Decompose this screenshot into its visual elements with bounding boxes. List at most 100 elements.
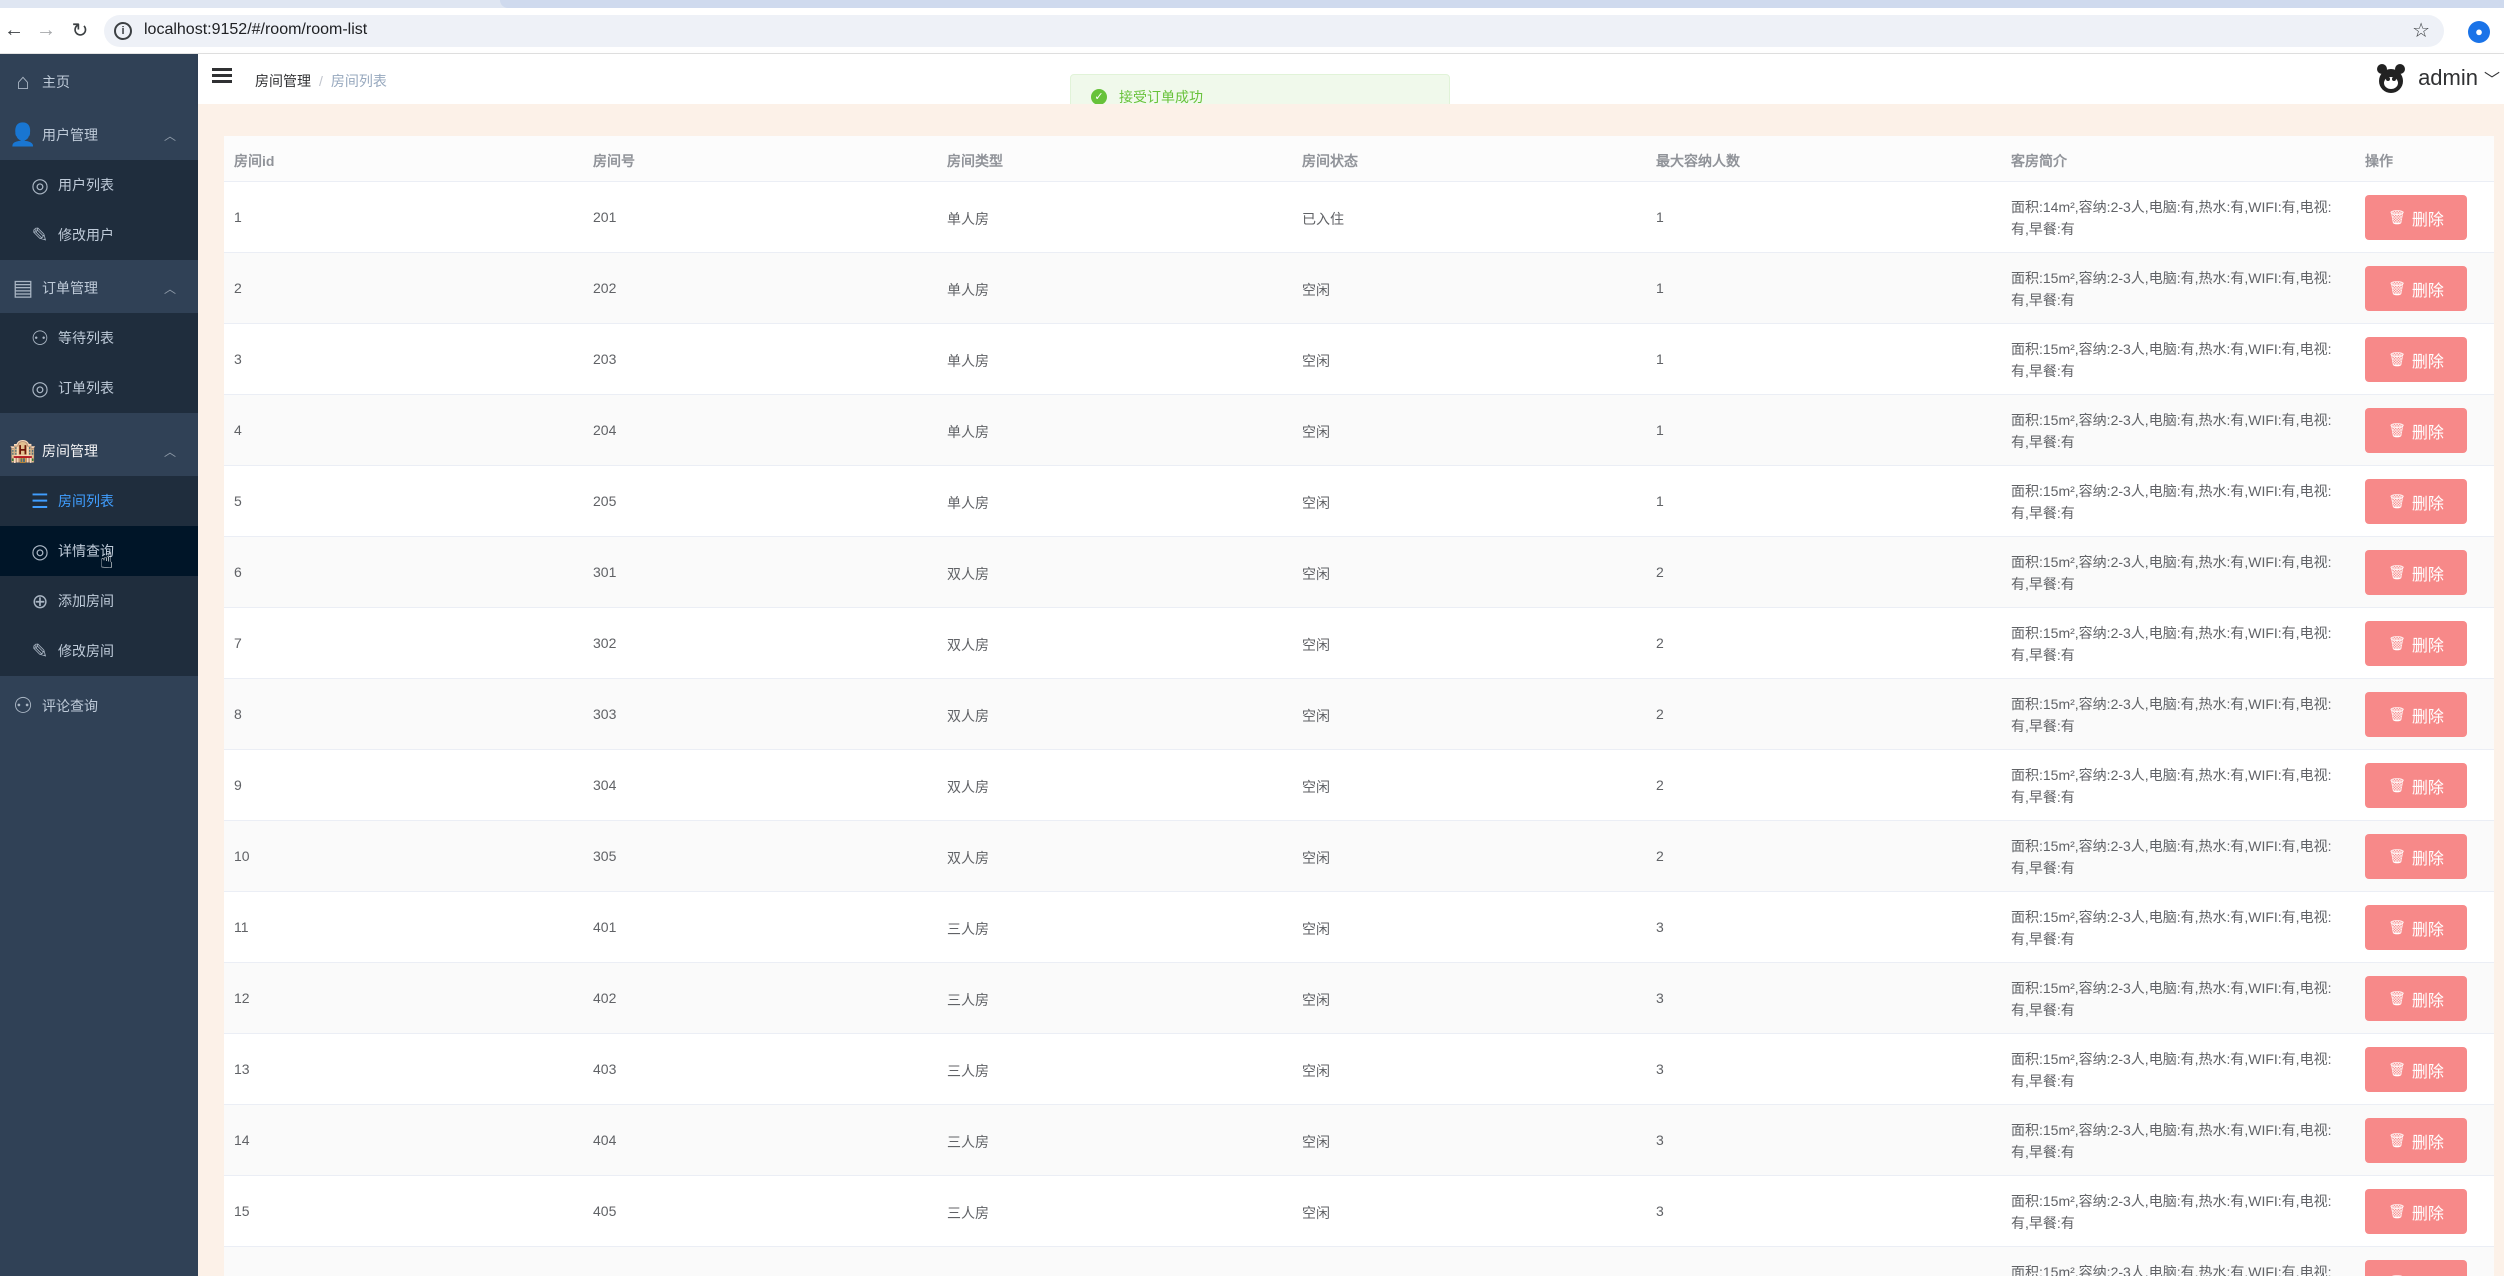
cell-room-id: 12: [234, 990, 250, 1006]
breadcrumb: 房间管理 / 房间列表: [255, 71, 387, 91]
table-row: 4 204 单人房 空闲 1 面积:15m²,容纳:2-3人,电脑:有,热水:有,WIFI…: [224, 395, 2494, 466]
cell-room-status: 空闲: [1302, 708, 1330, 724]
trash-icon: 🗑: [2388, 209, 2406, 225]
address-bar[interactable]: i localhost:9152/#/room/room-list ☆: [104, 15, 2444, 47]
delete-button[interactable]: 🗑 删除: [2365, 195, 2467, 240]
cell-max-capacity: 2: [1656, 635, 1664, 651]
cell-room-id: 4: [234, 422, 242, 438]
sidebar-item-label: 订单列表: [58, 380, 114, 396]
cell-max-capacity: 2: [1656, 848, 1664, 864]
cell-room-number: 203: [593, 351, 617, 367]
breadcrumb-separator: /: [319, 73, 323, 89]
sidebar-item-comments[interactable]: ⚇ 评论查询: [0, 681, 198, 731]
chevron-down-icon[interactable]: ﹀: [2484, 66, 2500, 90]
breadcrumb-current: 房间列表: [330, 73, 387, 89]
sidebar-item-edit-room[interactable]: ✎ 修改房间: [0, 626, 198, 676]
cell-room-status: 空闲: [1302, 282, 1330, 298]
delete-button[interactable]: 🗑删除: [2365, 1118, 2467, 1163]
delete-button-label: 删除: [2411, 566, 2444, 584]
cell-room-status: 空闲: [1302, 992, 1330, 1008]
cell-room-description: 面积:15m²,容纳:2-3人,电脑:有,热水:有,WIFI:有,电视:有,早餐…: [2011, 909, 2332, 947]
bookmark-star-icon[interactable]: ☆: [2412, 18, 2430, 43]
delete-button[interactable]: 🗑删除: [2365, 621, 2467, 666]
sidebar-item-order-list[interactable]: ◎ 订单列表: [0, 363, 198, 413]
browser-active-tab[interactable]: [500, 0, 2504, 8]
delete-button[interactable]: 🗑删除: [2365, 479, 2467, 524]
clipboard-icon: ▤: [12, 275, 34, 300]
cell-room-type: 双人房: [947, 779, 989, 795]
sidebar-item-home[interactable]: ⌂ 主页: [0, 57, 198, 107]
delete-button-label: 删除: [2411, 1205, 2444, 1223]
cell-room-description: 面积:15m²,容纳:2-3人,电脑:有,热水:有,WIFI:有,电视:有,早餐…: [2011, 980, 2332, 1018]
cell-max-capacity: 3: [1656, 919, 1664, 935]
url-text[interactable]: localhost:9152/#/room/room-list: [144, 21, 367, 39]
cell-room-number: 205: [593, 493, 617, 509]
sidebar-item-waiting-list[interactable]: ⚇ 等待列表: [0, 313, 198, 363]
trash-icon: 🗑: [2388, 635, 2406, 651]
edit-icon: ✎: [31, 224, 49, 247]
delete-button[interactable]: 🗑删除: [2365, 834, 2467, 879]
trash-icon: 🗑: [2388, 990, 2406, 1006]
hamburger-icon[interactable]: [212, 68, 232, 86]
cell-room-id: 2: [234, 280, 242, 296]
sidebar-group-rooms[interactable]: 🏨 房间管理 ︿: [0, 426, 198, 476]
delete-button[interactable]: 🗑删除: [2365, 408, 2467, 453]
cell-room-number: 301: [593, 564, 617, 580]
delete-button[interactable]: 🗑删除: [2365, 1260, 2467, 1276]
cell-room-description: 面积:15m²,容纳:2-3人,电脑:有,热水:有,WIFI:有,电视:: [2011, 1264, 2332, 1276]
cell-room-number: 401: [593, 919, 617, 935]
submenu-orders: ⚇ 等待列表 ◎ 订单列表: [0, 313, 198, 413]
sidebar-item-user-list[interactable]: ◎ 用户列表: [0, 160, 198, 210]
cell-room-status: 空闲: [1302, 1063, 1330, 1079]
cell-room-type: 三人房: [947, 1063, 989, 1079]
sidebar-item-label: 房间列表: [58, 493, 114, 509]
sidebar-item-label: 添加房间: [58, 593, 114, 609]
sidebar-item-room-list[interactable]: ☰ 房间列表: [0, 476, 198, 526]
table-row: 11 401 三人房 空闲 3 面积:15m²,容纳:2-3人,电脑:有,热水:有,WIF…: [224, 892, 2494, 963]
cell-room-id: 7: [234, 635, 242, 651]
cell-room-number: 304: [593, 777, 617, 793]
cell-room-number: 302: [593, 635, 617, 651]
user-dropdown[interactable]: admin ﹀: [2374, 58, 2504, 98]
sidebar-item-add-room[interactable]: ⊕ 添加房间: [0, 576, 198, 626]
cell-room-number: 405: [593, 1203, 617, 1219]
forward-arrow-icon[interactable]: →: [32, 16, 60, 44]
delete-button[interactable]: 🗑 删除: [2365, 976, 2467, 1021]
cell-room-description: 面积:15m²,容纳:2-3人,电脑:有,热水:有,WIFI:有,电视:有,早餐…: [2011, 625, 2332, 663]
cell-max-capacity: 3: [1656, 990, 1664, 1006]
back-arrow-icon[interactable]: ←: [0, 16, 28, 44]
delete-button[interactable]: 🗑删除: [2365, 1189, 2467, 1234]
breadcrumb-parent[interactable]: 房间管理: [255, 73, 311, 89]
reload-icon[interactable]: ↻: [66, 16, 94, 44]
table-row: 12 402 三人房 空闲 3 面积:15m²,容纳:2-3人,电脑:有,热水:有,WIF…: [224, 963, 2494, 1034]
profile-icon[interactable]: ●: [2468, 21, 2490, 43]
avatar[interactable]: [2374, 61, 2408, 95]
sidebar-item-detail-query[interactable]: ◎ 详情查询: [0, 526, 198, 576]
sidebar-group-orders[interactable]: ▤ 订单管理 ︿: [0, 263, 198, 313]
cell-max-capacity: 2: [1656, 564, 1664, 580]
delete-button[interactable]: 🗑删除: [2365, 550, 2467, 595]
cell-max-capacity: 1: [1656, 493, 1664, 509]
delete-button-label: 删除: [2411, 992, 2444, 1010]
delete-button[interactable]: 🗑删除: [2365, 692, 2467, 737]
username[interactable]: admin: [2418, 65, 2478, 91]
submenu-rooms: ☰ 房间列表 ◎ 详情查询 ⊕ 添加房间 ✎ 修改房间: [0, 476, 198, 676]
cell-max-capacity: 1: [1656, 351, 1664, 367]
cell-room-number: 403: [593, 1061, 617, 1077]
cell-room-id: 14: [234, 1132, 250, 1148]
delete-button[interactable]: 🗑删除: [2365, 1047, 2467, 1092]
sidebar-item-edit-user[interactable]: ✎ 修改用户: [0, 210, 198, 260]
delete-button[interactable]: 🗑删除: [2365, 337, 2467, 382]
submenu-users: ◎ 用户列表 ✎ 修改用户: [0, 160, 198, 260]
delete-button[interactable]: 🗑删除: [2365, 905, 2467, 950]
site-info-icon[interactable]: i: [114, 22, 132, 40]
delete-button[interactable]: 🗑删除: [2365, 763, 2467, 808]
cell-room-status: 空闲: [1302, 637, 1330, 653]
sidebar-group-users[interactable]: 👤 用户管理 ︿: [0, 110, 198, 160]
delete-button-label: 删除: [2411, 211, 2444, 229]
cell-room-status: 空闲: [1302, 353, 1330, 369]
delete-button[interactable]: 🗑删除: [2365, 266, 2467, 311]
table-row: 2 202 单人房 空闲 1 面积:15m²,容纳:2-3人,电脑:有,热水:有,WIFI…: [224, 253, 2494, 324]
chevron-up-icon: ︿: [163, 282, 176, 296]
cell-room-type: 双人房: [947, 708, 989, 724]
